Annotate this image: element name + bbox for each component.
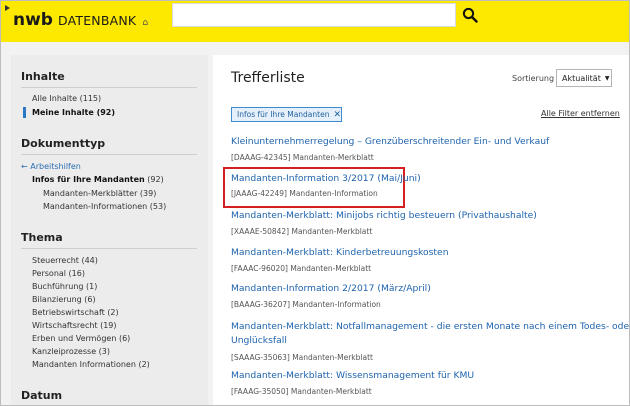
result-title-link[interactable]: Mandanten-Merkblatt: Wissensmanagement f… <box>231 370 474 381</box>
filter-thema-item[interactable]: Mandanten Informationen (2) <box>32 360 150 369</box>
filter-thema-item[interactable]: Wirtschaftsrecht (19) <box>32 321 117 330</box>
filter-informationen[interactable]: Mandanten-Informationen (53) <box>43 202 166 211</box>
result-title-link[interactable]: Kleinunternehmerregelung – Grenzüberschr… <box>231 136 549 147</box>
heading-datum: Datum <box>21 389 63 402</box>
filter-thema-item[interactable]: Bilanzierung (6) <box>32 295 96 304</box>
current-filter-count: (92) <box>147 175 164 184</box>
back-link-label: Arbeitshilfen <box>30 162 81 171</box>
divider <box>21 154 197 155</box>
result-meta: [JAAAG-42249] Mandanten-Information <box>231 189 378 198</box>
back-link-arbeitshilfen[interactable]: ← Arbeitshilfen <box>21 162 81 171</box>
sort-value: Aktualität <box>562 73 601 83</box>
filter-thema-item[interactable]: Kanzleiprozesse (3) <box>32 347 110 356</box>
logo[interactable]: nwb DATENBANK ⌂ <box>13 10 148 32</box>
result-meta: [FAAAG-35050] Mandanten-Merkblatt <box>231 387 372 396</box>
top-bar: nwb DATENBANK ⌂ <box>1 1 629 42</box>
filter-alle-inhalte[interactable]: Alle Inhalte (115) <box>32 94 101 103</box>
result-title-link[interactable]: Mandanten-Merkblatt: Kinderbetreuungskos… <box>231 247 449 258</box>
clear-filters-link[interactable]: Alle Filter entfernen <box>541 109 620 118</box>
result-title-link[interactable]: Mandanten-Information 2/2017 (März/April… <box>231 283 431 294</box>
filter-thema-item[interactable]: Personal (16) <box>32 269 85 278</box>
close-icon[interactable]: ✕ <box>333 110 341 120</box>
arrow-left-icon: ← <box>21 162 28 171</box>
result-title-link[interactable]: Mandanten-Merkblatt: Minijobs richtig be… <box>231 210 537 221</box>
active-indicator <box>23 107 26 118</box>
heading-thema: Thema <box>21 231 63 244</box>
sort-label: Sortierung <box>512 74 555 83</box>
result-title-link[interactable]: Mandanten-Information 3/2017 (Mai/Juni) <box>231 173 421 184</box>
filter-thema-item[interactable]: Erben und Vermögen (6) <box>32 334 130 343</box>
active-filter-label: Infos für Ihre Mandanten <box>237 110 330 119</box>
search-input[interactable] <box>172 3 456 27</box>
result-meta: [FAAAC-96020] Mandanten-Merkblatt <box>231 264 372 273</box>
corner-triangle-icon <box>5 5 10 11</box>
filter-thema-item[interactable]: Buchführung (1) <box>32 282 97 291</box>
current-filter-label: Infos für Ihre Mandanten <box>32 175 145 184</box>
result-meta: [DAAAG-42345] Mandanten-Merkblatt <box>231 153 374 162</box>
active-filter-chip[interactable]: Infos für Ihre Mandanten ✕ <box>231 107 342 122</box>
filter-infos-mandanten[interactable]: Infos für Ihre Mandanten (92) <box>32 175 164 184</box>
chevron-down-icon: ▼ <box>604 74 610 82</box>
result-meta: [XAAAE-50842] Mandanten-Merkblatt <box>231 227 373 236</box>
search-icon <box>462 7 478 23</box>
result-title-link-continued[interactable]: Unglücksfall <box>231 335 287 346</box>
sort-select[interactable]: Aktualität ▼ <box>556 69 612 87</box>
logo-nwb: nwb <box>13 10 53 30</box>
heading-inhalte: Inhalte <box>21 70 65 83</box>
result-meta: [BAAAG-36207] Mandanten-Information <box>231 300 381 309</box>
filter-meine-inhalte[interactable]: Meine Inhalte (92) <box>32 108 115 117</box>
logo-datenbank: DATENBANK <box>57 13 137 28</box>
search-button[interactable] <box>457 3 483 27</box>
filter-thema-item[interactable]: Steuerrecht (44) <box>32 256 98 265</box>
heading-dokumenttyp: Dokumenttyp <box>21 137 106 150</box>
result-meta: [SAAAG-35063] Mandanten-Merkblatt <box>231 353 373 362</box>
filter-thema-item[interactable]: Betriebswirtschaft (2) <box>32 308 119 317</box>
page-title: Trefferliste <box>231 70 305 86</box>
divider <box>21 87 197 88</box>
divider <box>21 248 197 249</box>
filter-merkblaetter[interactable]: Mandanten-Merkblätter (39) <box>43 189 156 198</box>
home-icon[interactable]: ⌂ <box>142 18 148 28</box>
result-title-link[interactable]: Mandanten-Merkblatt: Notfallmanagement -… <box>231 321 630 332</box>
